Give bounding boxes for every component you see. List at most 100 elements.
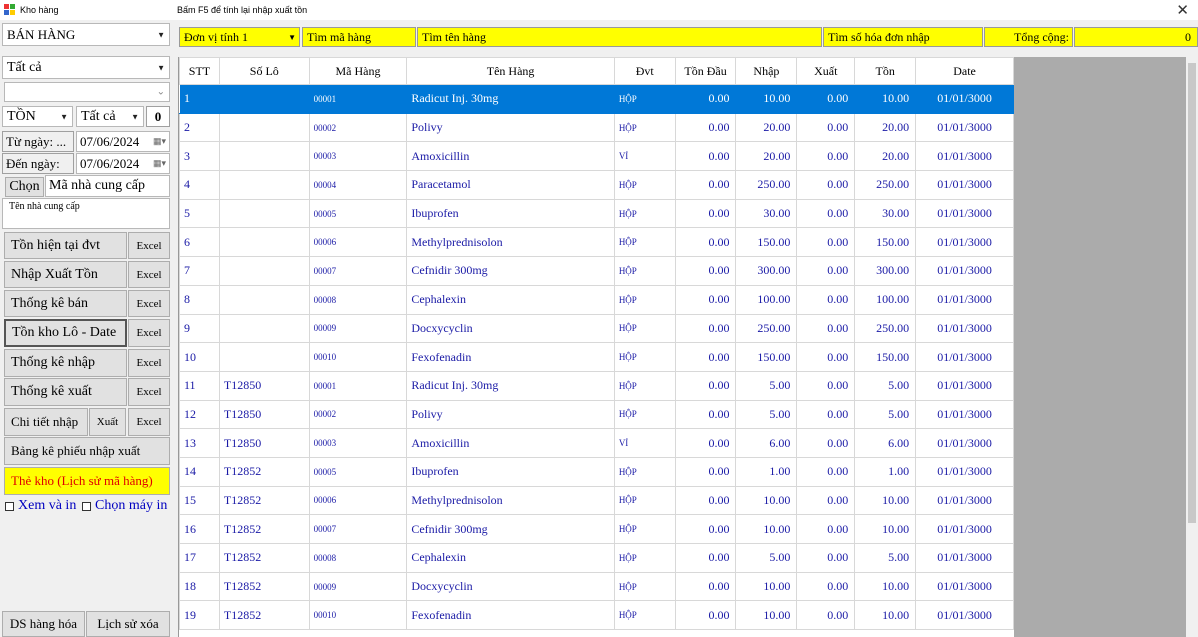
table-row[interactable]: 11 T12850 00001 Radicut Inj. 30mg HỘP 0.00 5.0… (179, 370, 1014, 401)
group-select[interactable]: Tất cả ▼ (2, 56, 170, 79)
table-row[interactable]: 9 00009 Docxycyclin HỘP 0.00 250.00 0.00 250.00… (179, 313, 1014, 344)
opening-cell: 0.00 (674, 313, 737, 344)
store-select[interactable]: BÁN HÀNG ▼ (2, 23, 170, 46)
name-cell: Methylprednisolon (406, 485, 615, 516)
table-row[interactable]: 1 00001 Radicut Inj. 30mg HỘP 0.00 10.00 0.00 1… (179, 84, 1014, 114)
delete-history-button[interactable]: Lịch sử xóa (86, 611, 170, 637)
excel-import-export-stock-button[interactable]: Excel (128, 261, 170, 288)
column-header[interactable]: Nhập (735, 57, 798, 85)
report-import-export-stock-button[interactable]: Nhập Xuất Tồn (4, 261, 127, 288)
table-row[interactable]: 8 00008 Cephalexin HỘP 0.00 100.00 0.00 100.00 0… (179, 284, 1014, 315)
code-cell: 00003 (308, 428, 408, 458)
search-name-input[interactable]: Tìm tên hàng (417, 27, 822, 47)
excel-sales-button[interactable]: Excel (128, 290, 170, 317)
column-header[interactable]: Xuất (796, 57, 856, 85)
import-cell: 5.00 (735, 370, 798, 401)
stock-cell: 10.00 (854, 485, 917, 516)
stock-mode-select[interactable]: TỒN ▼ (2, 106, 73, 127)
stock-filter-select[interactable]: Tất cả ▼ (76, 106, 144, 127)
stock-cell: 1.00 (854, 456, 917, 487)
supplier-name-input[interactable]: Tên nhà cung cấp (2, 198, 170, 229)
date-cell: 01/01/3000 (915, 141, 1014, 172)
close-icon[interactable]: ✕ (1176, 1, 1189, 19)
column-header[interactable]: STT (179, 57, 220, 85)
voucher-list-button[interactable]: Bảng kê phiếu nhập xuất (4, 437, 170, 465)
stt-cell: 14 (179, 456, 220, 487)
table-row[interactable]: 13 T12850 00003 Amoxicillin VỈ 0.00 6.00 0.00 6.… (179, 428, 1014, 458)
export-cell: 0.00 (796, 399, 856, 430)
report-lot-date-button[interactable]: Tồn kho Lô - Date (4, 319, 127, 347)
stt-cell: 16 (179, 514, 220, 544)
unit-cell: HỘP (613, 342, 676, 372)
table-row[interactable]: 3 00003 Amoxicillin VỈ 0.00 20.00 0.00 20.00 01/… (179, 141, 1014, 172)
table-row[interactable]: 6 00006 Methylprednisolon HỘP 0.00 150.00 0.00… (179, 227, 1014, 258)
table-row[interactable]: 14 T12852 00005 Ibuprofen HỘP 0.00 1.00 0.00 1.0… (179, 456, 1014, 487)
choose-printer-checkbox[interactable]: Chọn máy in (82, 498, 167, 514)
name-cell: Fexofenadin (406, 600, 615, 631)
table-row[interactable]: 2 00002 Polivy HỘP 0.00 20.00 0.00 20.00 01/01/3… (179, 112, 1014, 143)
unit-cell: HỘP (613, 571, 676, 602)
view-print-checkbox[interactable]: Xem và in (5, 498, 76, 514)
table-row[interactable]: 5 00005 Ibuprofen HỘP 0.00 30.00 0.00 30.00 01/0… (179, 198, 1014, 229)
table-row[interactable]: 16 T12852 00007 Cefnidir 300mg HỘP 0.00 10.00 0… (179, 514, 1014, 544)
opening-cell: 0.00 (674, 198, 737, 229)
vertical-scrollbar[interactable] (1186, 57, 1198, 637)
checkbox-box[interactable] (5, 502, 14, 511)
table-row[interactable]: 12 T12850 00002 Polivy HỘP 0.00 5.00 0.00 5.00 01… (179, 399, 1014, 430)
sub-select[interactable]: ⌄ (4, 82, 170, 102)
column-header[interactable]: Tên Hàng (406, 57, 615, 85)
stock-cell: 250.00 (854, 313, 917, 344)
report-sales-button[interactable]: Thống kê bán (4, 290, 127, 317)
stt-cell: 1 (179, 84, 220, 114)
excel-lot-date-button[interactable]: Excel (128, 319, 170, 347)
detail-import-button[interactable]: Chi tiết nhập (4, 408, 88, 436)
inventory-grid[interactable]: STT Số Lô Mã Hàng Tên Hàng Đvt Tồn Đầu Nhập Xuấ… (178, 57, 1014, 637)
checkbox-box[interactable] (82, 502, 91, 511)
report-exports-button[interactable]: Thống kê xuất (4, 378, 127, 406)
choose-supplier-button[interactable]: Chọn (5, 177, 44, 197)
from-date-picker[interactable]: 07/06/2024 ▦▾ (76, 131, 170, 152)
column-header[interactable]: Tồn (854, 57, 917, 85)
date-cell: 01/01/3000 (915, 198, 1014, 229)
table-row[interactable]: 4 00004 Paracetamol HỘP 0.00 250.00 0.00 250.00… (179, 170, 1014, 200)
excel-exports-button[interactable]: Excel (128, 378, 170, 406)
column-header[interactable]: Đvt (613, 57, 676, 85)
stt-cell: 11 (179, 370, 220, 401)
column-header[interactable]: Tồn Đầu (674, 57, 737, 85)
supplier-code-input[interactable]: Mã nhà cung cấp (45, 175, 170, 197)
calendar-icon[interactable]: ▦▾ (153, 136, 166, 147)
date-cell: 01/01/3000 (915, 571, 1014, 602)
stock-cell: 10.00 (854, 600, 917, 631)
detail-excel-button[interactable]: Excel (128, 408, 170, 436)
stock-cell: 20.00 (854, 112, 917, 143)
table-row[interactable]: 10 00010 Fexofenadin HỘP 0.00 150.00 0.00 150.0… (179, 342, 1014, 372)
column-header[interactable]: Mã Hàng (308, 57, 408, 85)
unit-cell: HỘP (613, 485, 676, 516)
code-cell: 00002 (308, 399, 408, 430)
detail-export-button[interactable]: Xuất (89, 408, 126, 436)
table-row[interactable]: 7 00007 Cefnidir 300mg HỘP 0.00 300.00 0.00 300… (179, 256, 1014, 286)
table-row[interactable]: 17 T12852 00008 Cephalexin HỘP 0.00 5.00 0.00 5.… (179, 543, 1014, 573)
column-header[interactable]: Date (915, 57, 1014, 85)
excel-imports-button[interactable]: Excel (128, 349, 170, 377)
search-invoice-input[interactable]: Tìm số hóa đơn nhập (823, 27, 983, 47)
code-cell: 00003 (308, 141, 408, 172)
table-row[interactable]: 18 T12852 00009 Docxycyclin HỘP 0.00 10.00 0.00… (179, 571, 1014, 602)
code-cell: 00009 (308, 313, 408, 344)
to-date-picker[interactable]: 07/06/2024 ▦▾ (76, 153, 170, 174)
unit-select[interactable]: Đơn vị tính 1 ▼ (179, 27, 300, 47)
table-row[interactable]: 19 T12852 00010 Fexofenadin HỘP 0.00 10.00 0.00… (179, 600, 1014, 631)
excel-current-stock-button[interactable]: Excel (128, 232, 170, 259)
report-imports-button[interactable]: Thống kê nhập (4, 349, 127, 377)
table-row[interactable]: 15 T12852 00006 Methylprednisolon HỘP 0.00 10.… (179, 485, 1014, 516)
column-header[interactable]: Số Lô (218, 57, 310, 85)
date-cell: 01/01/3000 (915, 399, 1014, 430)
scrollbar-thumb[interactable] (1188, 63, 1196, 523)
search-code-input[interactable]: Tìm mã hàng (302, 27, 416, 47)
unit-cell: VỈ (613, 428, 676, 458)
chevron-down-icon: ▼ (157, 30, 165, 39)
goods-list-button[interactable]: DS hàng hóa (2, 611, 85, 637)
calendar-icon[interactable]: ▦▾ (153, 158, 166, 169)
report-current-stock-button[interactable]: Tồn hiện tại đvt (4, 232, 127, 259)
stock-card-button[interactable]: Thẻ kho (Lịch sử mã hàng) (4, 467, 170, 495)
